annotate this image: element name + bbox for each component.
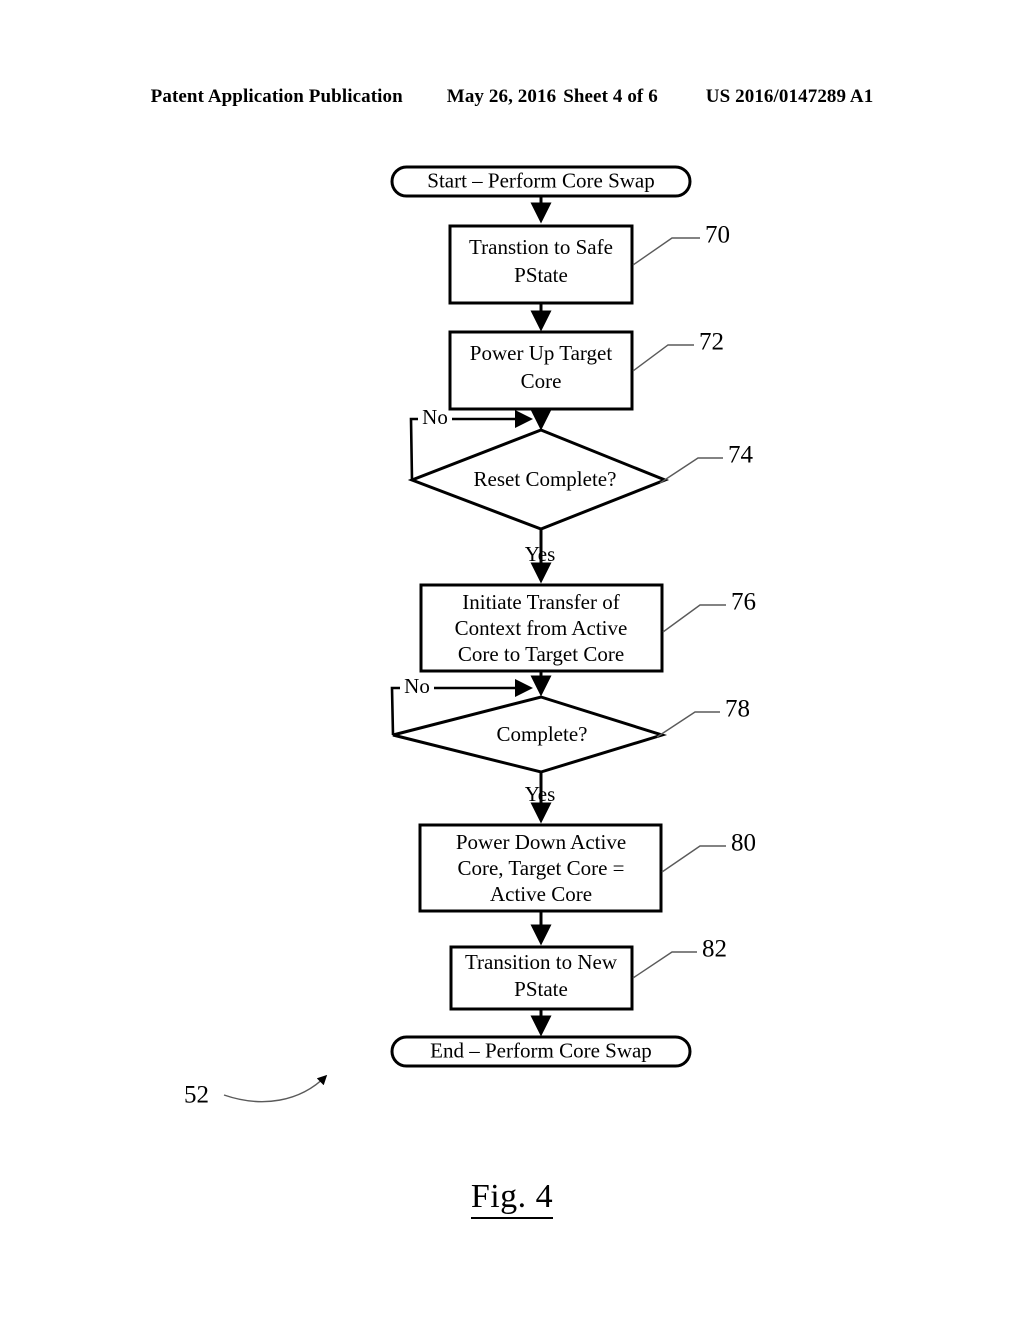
leader-82: 82: [632, 936, 727, 979]
ref-number-76: 76: [731, 589, 756, 616]
node-78-complete-decision: Complete?: [392, 695, 668, 774]
node-72-power-up-target-core: Power Up Target Core: [448, 330, 634, 411]
ref-number-82: 82: [702, 936, 727, 963]
flowchart-figure: Start – Perform Core Swap Transtion to S…: [0, 0, 1024, 1320]
node-74-label: Reset Complete?: [474, 467, 617, 491]
node-72-label-line1: Power Up Target: [470, 341, 613, 365]
node-start: Start – Perform Core Swap: [390, 165, 692, 198]
leader-74: 74: [659, 442, 754, 484]
ref-number-80: 80: [731, 830, 756, 857]
node-end: End – Perform Core Swap: [390, 1035, 692, 1068]
ref-number-72: 72: [699, 329, 724, 356]
node-76-initiate-transfer-context: Initiate Transfer of Context from Active…: [419, 583, 664, 673]
node-76-label-line2: Context from Active: [455, 616, 628, 640]
node-80-label-line2: Core, Target Core =: [457, 856, 624, 880]
leader-72: 72: [632, 329, 724, 372]
node-80-label-line3: Active Core: [490, 882, 592, 906]
node-start-label: Start – Perform Core Swap: [427, 168, 654, 192]
edge-78-yes-to-80: Yes: [525, 772, 556, 824]
node-72-label-line2: Core: [521, 369, 562, 393]
node-70-label-line2: PState: [514, 263, 568, 287]
node-76-label-line1: Initiate Transfer of: [462, 590, 619, 614]
leader-78: 78: [656, 696, 750, 738]
leader-70: 70: [632, 222, 730, 266]
node-76-label-line3: Core to Target Core: [458, 642, 624, 666]
node-82-label-line2: PState: [514, 977, 568, 1001]
leader-76: 76: [662, 589, 756, 633]
edge-label-yes-78: Yes: [525, 782, 556, 806]
ref-number-78: 78: [725, 696, 750, 723]
leader-80: 80: [661, 830, 756, 873]
node-70-label-line1: Transtion to Safe: [469, 235, 613, 259]
edge-label-no-74: No: [422, 405, 448, 429]
node-74-reset-complete-decision: Reset Complete?: [407, 428, 670, 531]
node-80-label-line1: Power Down Active: [456, 830, 626, 854]
ref-number-70: 70: [705, 222, 730, 249]
figure-caption-text: Fig. 4: [470, 1178, 554, 1219]
node-78-label: Complete?: [497, 722, 588, 746]
ref-number-74: 74: [728, 442, 754, 469]
node-end-label: End – Perform Core Swap: [430, 1038, 652, 1062]
node-82-transition-new-pstate: Transition to New PState: [449, 945, 634, 1011]
node-82-label-line1: Transition to New: [465, 950, 618, 974]
edge-label-yes-74: Yes: [525, 542, 556, 566]
ref-number-52: 52: [184, 1082, 209, 1109]
node-80-power-down-active-core: Power Down Active Core, Target Core = Ac…: [418, 823, 663, 913]
figure-caption: Fig. 4: [0, 1178, 1024, 1219]
edge-74-yes-to-76: Yes: [525, 529, 556, 584]
edge-label-no-78: No: [404, 674, 430, 698]
figure-reference-52: 52: [184, 1074, 328, 1109]
node-70-transition-safe-pstate: Transtion to Safe PState: [448, 224, 634, 305]
